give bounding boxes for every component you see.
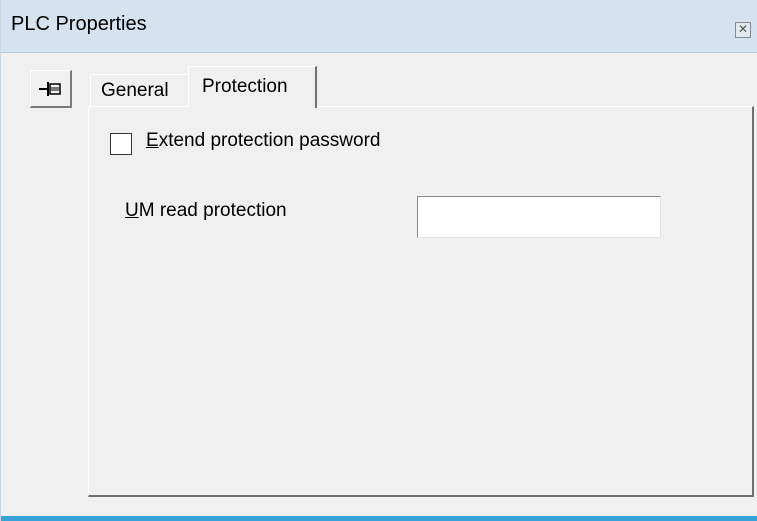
pin-button[interactable]: [30, 70, 72, 108]
extend-protection-password-label[interactable]: Extend protection password: [146, 130, 380, 152]
tab-general[interactable]: General: [90, 74, 188, 106]
close-icon: ✕: [737, 22, 749, 36]
tab-protection-label: Protection: [202, 76, 288, 97]
extend-mnemonic: E: [146, 130, 159, 151]
tab-general-label: General: [101, 80, 169, 101]
title-bar: PLC Properties ✕: [1, 0, 757, 53]
close-button[interactable]: ✕: [735, 22, 751, 38]
window-bottom-border: [1, 516, 757, 521]
tab-protection[interactable]: Protection: [188, 66, 317, 108]
extend-protection-password-checkbox[interactable]: [110, 133, 132, 155]
um-read-protection-label: UM read protection: [125, 200, 287, 222]
um-read-protection-input[interactable]: [417, 196, 661, 238]
um-mnemonic: U: [125, 200, 139, 221]
window-title: PLC Properties: [11, 13, 147, 35]
plc-properties-window: PLC Properties ✕ General Protection Exte…: [0, 0, 757, 521]
um-label-rest: M read protection: [138, 200, 287, 221]
protection-panel: [88, 106, 754, 497]
pin-icon: [39, 82, 61, 96]
extend-label-rest: xtend protection password: [158, 130, 381, 151]
